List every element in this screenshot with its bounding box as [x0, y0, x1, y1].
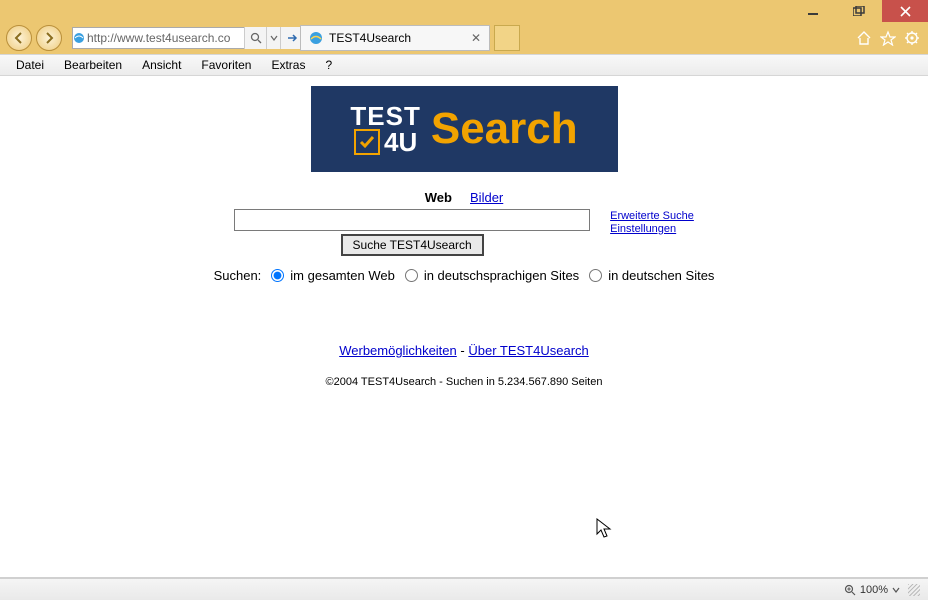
- search-button-icon[interactable]: [244, 27, 266, 49]
- zoom-control[interactable]: 100%: [844, 584, 900, 596]
- tab-images[interactable]: Bilder: [470, 190, 503, 205]
- browser-toolbar: TEST4Usearch ✕: [0, 22, 928, 54]
- close-button[interactable]: [882, 0, 928, 22]
- ads-link[interactable]: Werbemöglichkeiten: [339, 343, 457, 358]
- search-input[interactable]: [234, 209, 590, 231]
- search-side-links: Erweiterte Suche Einstellungen: [610, 210, 694, 236]
- settings-link[interactable]: Einstellungen: [610, 223, 694, 236]
- window-titlebar: [0, 0, 928, 22]
- ie-favicon-icon: [309, 31, 323, 45]
- url-input[interactable]: [85, 28, 244, 48]
- status-bar: 100%: [0, 578, 928, 600]
- scope-radio-country[interactable]: [589, 269, 602, 282]
- menu-help[interactable]: ?: [315, 56, 342, 74]
- site-logo: TEST 4U Search: [311, 86, 618, 172]
- menu-datei[interactable]: Datei: [6, 56, 54, 74]
- search-category-tabs: Web Bilder: [425, 190, 504, 205]
- forward-button[interactable]: [36, 25, 62, 51]
- scope-label: Suchen:: [214, 268, 262, 283]
- address-bar[interactable]: [72, 27, 292, 49]
- tab-web[interactable]: Web: [425, 190, 452, 205]
- logo-text-test: TEST: [350, 103, 420, 129]
- tools-icon[interactable]: [902, 30, 922, 46]
- ie-page-icon: [73, 32, 85, 44]
- scope-radio-all[interactable]: [271, 269, 284, 282]
- refresh-go-button[interactable]: [280, 27, 302, 49]
- minimize-button[interactable]: [790, 0, 836, 22]
- search-dropdown-icon[interactable]: [266, 27, 280, 49]
- page-viewport: TEST 4U Search Web Bilder Suche TEST4Use…: [0, 76, 928, 578]
- search-submit-button[interactable]: Suche TEST4Usearch: [341, 234, 484, 256]
- new-tab-button[interactable]: [494, 25, 520, 51]
- menu-favoriten[interactable]: Favoriten: [191, 56, 261, 74]
- home-icon[interactable]: [854, 30, 874, 46]
- copyright-text: ©2004 TEST4Usearch - Suchen in 5.234.567…: [326, 376, 603, 388]
- resize-grip[interactable]: [908, 584, 920, 596]
- favorites-icon[interactable]: [878, 30, 898, 46]
- menu-bar: Datei Bearbeiten Ansicht Favoriten Extra…: [0, 54, 928, 76]
- zoom-value: 100%: [860, 584, 888, 596]
- logo-check-icon: [354, 129, 380, 155]
- about-link[interactable]: Über TEST4Usearch: [468, 343, 588, 358]
- advanced-search-link[interactable]: Erweiterte Suche: [610, 210, 694, 223]
- scope-label-country[interactable]: in deutschen Sites: [608, 268, 714, 283]
- zoom-dropdown-icon[interactable]: [892, 586, 900, 594]
- logo-text-4u: 4U: [384, 129, 417, 155]
- browser-tab[interactable]: TEST4Usearch ✕: [300, 25, 490, 51]
- zoom-icon: [844, 584, 856, 596]
- tab-title: TEST4Usearch: [329, 31, 465, 45]
- menu-extras[interactable]: Extras: [261, 56, 315, 74]
- back-button[interactable]: [6, 25, 32, 51]
- logo-text-search: Search: [431, 104, 578, 154]
- tab-close-icon[interactable]: ✕: [471, 31, 481, 45]
- scope-label-all[interactable]: im gesamten Web: [290, 268, 395, 283]
- footer-links: Werbemöglichkeiten - Über TEST4Usearch: [339, 343, 589, 358]
- menu-ansicht[interactable]: Ansicht: [132, 56, 191, 74]
- search-scope-radios: Suchen: im gesamten Web in deutschsprach…: [214, 268, 715, 283]
- maximize-button[interactable]: [836, 0, 882, 22]
- menu-bearbeiten[interactable]: Bearbeiten: [54, 56, 132, 74]
- scope-label-lang[interactable]: in deutschsprachigen Sites: [424, 268, 579, 283]
- scope-radio-lang[interactable]: [405, 269, 418, 282]
